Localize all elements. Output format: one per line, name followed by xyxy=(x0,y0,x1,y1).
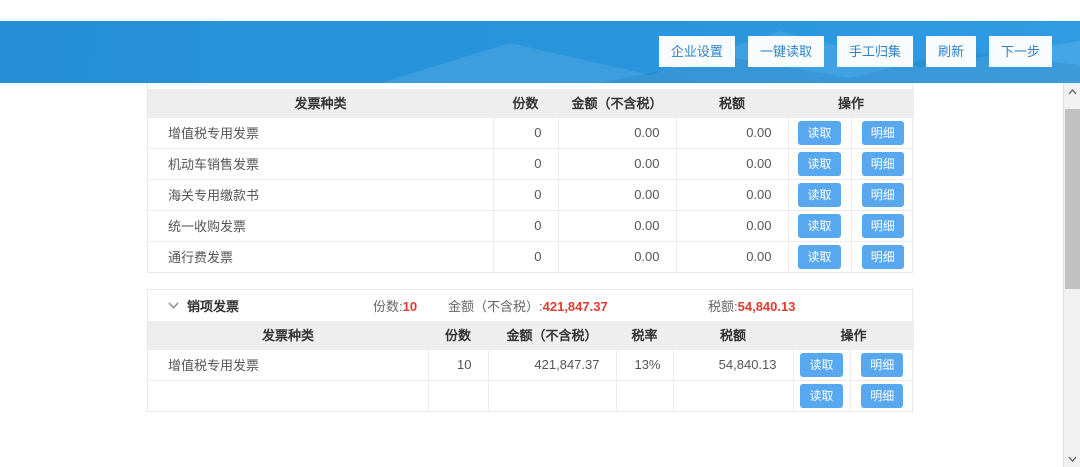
detail-button[interactable]: 明细 xyxy=(862,152,904,176)
detail-button[interactable]: 明细 xyxy=(862,214,904,238)
detail-button[interactable]: 明细 xyxy=(862,121,904,145)
table-row: 海关专用缴款书 0 0.00 0.00 读取 明细 xyxy=(148,179,914,210)
col-count: 份数 xyxy=(493,89,558,117)
col-tax: 税额 xyxy=(676,89,788,117)
read-button[interactable]: 读取 xyxy=(800,384,842,408)
col-count: 份数 xyxy=(428,321,488,349)
scrollbar-thumb[interactable] xyxy=(1065,109,1080,289)
col-rate: 税率 xyxy=(616,321,673,349)
col-action: 操作 xyxy=(793,321,914,349)
read-button[interactable]: 读取 xyxy=(798,183,840,207)
detail-button[interactable]: 明细 xyxy=(861,353,903,377)
col-tax: 税额 xyxy=(673,321,793,349)
col-invoice-type: 发票种类 xyxy=(148,321,428,349)
output-invoices-title: 销项发票 xyxy=(187,296,239,315)
banner-button-group: 企业设置 一键读取 手工归集 刷新 下一步 xyxy=(659,36,1052,67)
detail-button[interactable]: 明细 xyxy=(861,384,903,408)
one-click-read-button[interactable]: 一键读取 xyxy=(748,36,824,67)
table-row: 机动车销售发票 0 0.00 0.00 读取 明细 xyxy=(148,148,914,179)
top-banner: 企业设置 一键读取 手工归集 刷新 下一步 xyxy=(0,21,1080,83)
manual-collect-button[interactable]: 手工归集 xyxy=(837,36,913,67)
input-table-header-row: 发票种类 份数 金额（不含税） 税额 操作 xyxy=(148,89,914,117)
read-button[interactable]: 读取 xyxy=(798,121,840,145)
output-invoices-table: 发票种类 份数 金额（不含税） 税率 税额 操作 增值税专用发票 10 421,… xyxy=(148,321,914,411)
read-button[interactable]: 读取 xyxy=(798,245,840,269)
input-invoices-table: 发票种类 份数 金额（不含税） 税额 操作 增值税专用发票 0 0.00 0.0… xyxy=(148,89,914,272)
output-summary-tax: 税额:54,840.13 xyxy=(708,296,912,315)
table-row-partial: 读取 明细 xyxy=(148,380,914,411)
scroll-up-arrow-icon[interactable] xyxy=(1064,83,1080,100)
output-invoices-title-wrap: 销项发票 xyxy=(148,296,373,315)
col-amount: 金额（不含税） xyxy=(488,321,616,349)
output-summary-amount: 金额（不含税）:421,847.37 xyxy=(448,296,708,315)
output-count-value: 10 xyxy=(403,299,417,314)
chevron-down-icon[interactable] xyxy=(168,302,179,309)
col-action: 操作 xyxy=(788,89,914,117)
detail-button[interactable]: 明细 xyxy=(862,183,904,207)
col-invoice-type: 发票种类 xyxy=(148,89,493,117)
read-button[interactable]: 读取 xyxy=(798,152,840,176)
read-button[interactable]: 读取 xyxy=(800,353,842,377)
col-amount: 金额（不含税） xyxy=(558,89,676,117)
detail-button[interactable]: 明细 xyxy=(862,245,904,269)
input-invoices-panel: 进项发票 份数:0 金额（不含税）:0.00 税额:0.00 发票种类 份数 金… xyxy=(147,57,913,273)
table-row: 统一收购发票 0 0.00 0.00 读取 明细 xyxy=(148,210,914,241)
vertical-scrollbar[interactable] xyxy=(1063,83,1080,467)
table-row: 通行费发票 0 0.00 0.00 读取 明细 xyxy=(148,241,914,272)
output-tax-value: 54,840.13 xyxy=(738,299,796,314)
output-table-header-row: 发票种类 份数 金额（不含税） 税率 税额 操作 xyxy=(148,321,914,349)
enterprise-settings-button[interactable]: 企业设置 xyxy=(659,36,735,67)
output-summary-count: 份数:10 xyxy=(373,296,448,315)
table-row: 增值税专用发票 0 0.00 0.00 读取 明细 xyxy=(148,117,914,148)
read-button[interactable]: 读取 xyxy=(798,214,840,238)
output-invoices-panel: 销项发票 份数:10 金额（不含税）:421,847.37 税额:54,840.… xyxy=(147,289,913,412)
next-step-button[interactable]: 下一步 xyxy=(989,36,1052,67)
table-row: 增值税专用发票 10 421,847.37 13% 54,840.13 读取 明… xyxy=(148,349,914,380)
refresh-button[interactable]: 刷新 xyxy=(926,36,976,67)
output-amount-value: 421,847.37 xyxy=(543,299,608,314)
output-invoices-header: 销项发票 份数:10 金额（不含税）:421,847.37 税额:54,840.… xyxy=(148,290,912,321)
scroll-down-arrow-icon[interactable] xyxy=(1064,450,1080,467)
